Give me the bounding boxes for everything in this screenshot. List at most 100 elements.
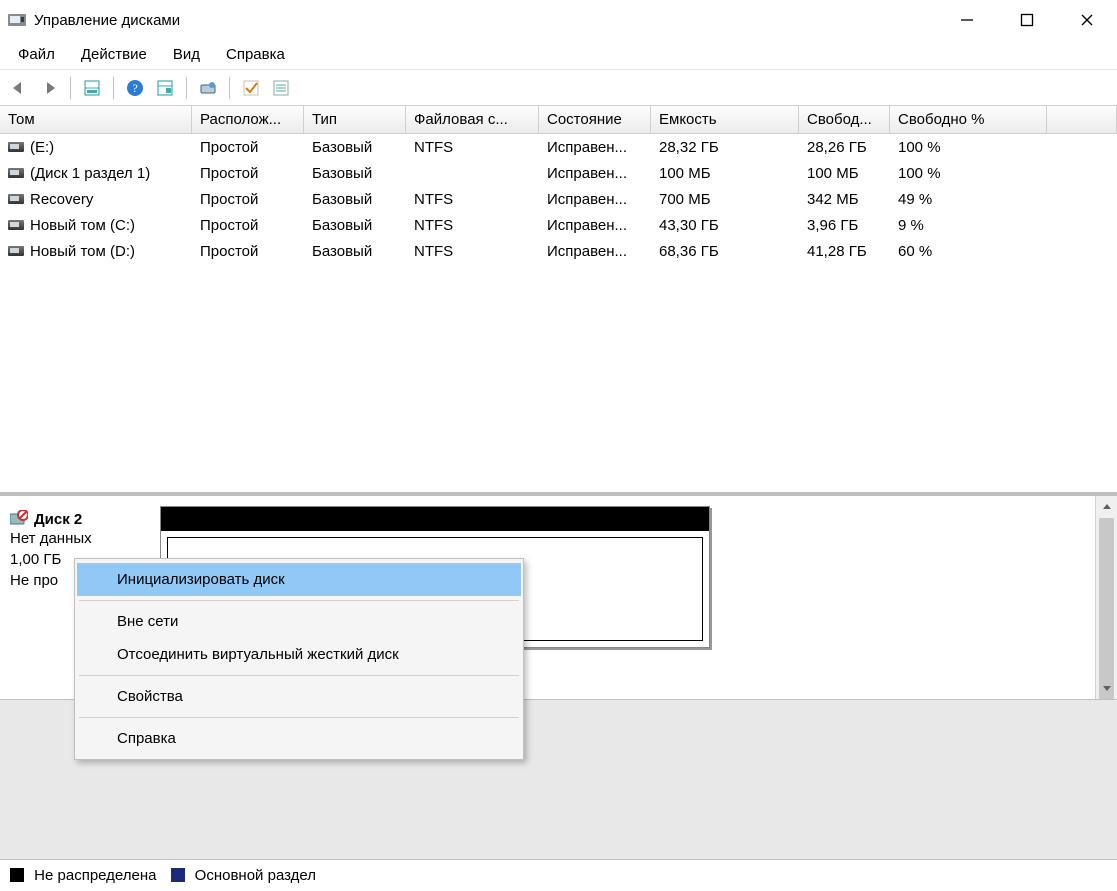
volume-name: Recovery <box>30 191 93 208</box>
disk-name: Диск 2 <box>34 511 82 528</box>
volume-free: 100 МБ <box>799 163 890 184</box>
ctx-initialize-disk[interactable]: Инициализировать диск <box>77 563 521 596</box>
volume-free-pct: 100 % <box>890 163 1047 184</box>
ctx-offline[interactable]: Вне сети <box>77 605 521 638</box>
volume-free-pct: 49 % <box>890 189 1047 210</box>
volume-fs: NTFS <box>406 189 539 210</box>
minimize-button[interactable] <box>937 0 997 40</box>
volume-layout: Простой <box>192 189 304 210</box>
volume-name: (Диск 1 раздел 1) <box>30 165 150 182</box>
volume-status: Исправен... <box>539 163 651 184</box>
col-volume[interactable]: Том <box>0 106 192 133</box>
volume-capacity: 100 МБ <box>651 163 799 184</box>
vertical-scrollbar[interactable] <box>1095 496 1117 699</box>
volume-status: Исправен... <box>539 137 651 158</box>
volume-row[interactable]: Новый том (C:)ПростойБазовыйNTFSИсправен… <box>0 212 1117 238</box>
unallocated-stripe <box>161 507 709 531</box>
volume-layout: Простой <box>192 215 304 236</box>
window-title: Управление дисками <box>34 12 180 29</box>
check-icon[interactable] <box>238 75 264 101</box>
refresh-icon[interactable] <box>195 75 221 101</box>
volume-type: Базовый <box>304 137 406 158</box>
legend-primary: Основной раздел <box>171 867 317 884</box>
ctx-separator <box>79 675 519 676</box>
title-bar: Управление дисками <box>0 0 1117 40</box>
nav-forward-icon[interactable] <box>36 75 62 101</box>
volume-status: Исправен... <box>539 189 651 210</box>
volume-rows: (E:)ПростойБазовыйNTFSИсправен...28,32 Г… <box>0 134 1117 492</box>
toolbar-separator <box>113 77 114 99</box>
scrollbar-thumb[interactable] <box>1099 518 1114 699</box>
toolbar-separator <box>229 77 230 99</box>
nav-back-icon[interactable] <box>6 75 32 101</box>
app-icon <box>8 12 26 28</box>
volume-free-pct: 100 % <box>890 137 1047 158</box>
toolbar-separator <box>70 77 71 99</box>
toolbar-settings-icon[interactable] <box>152 75 178 101</box>
ctx-separator <box>79 717 519 718</box>
volume-icon <box>8 194 24 204</box>
legend-primary-label: Основной раздел <box>195 867 316 884</box>
col-status[interactable]: Состояние <box>539 106 651 133</box>
menu-bar: Файл Действие Вид Справка <box>0 40 1117 70</box>
volume-free: 342 МБ <box>799 189 890 210</box>
col-capacity[interactable]: Емкость <box>651 106 799 133</box>
menu-view[interactable]: Вид <box>161 42 212 67</box>
volume-capacity: 43,30 ГБ <box>651 215 799 236</box>
col-type[interactable]: Тип <box>304 106 406 133</box>
volume-type: Базовый <box>304 189 406 210</box>
ctx-help[interactable]: Справка <box>77 722 521 755</box>
disk-error-icon <box>10 510 28 528</box>
menu-file[interactable]: Файл <box>6 42 67 67</box>
ctx-detach-vhd[interactable]: Отсоединить виртуальный жесткий диск <box>77 638 521 671</box>
maximize-button[interactable] <box>997 0 1057 40</box>
volume-status: Исправен... <box>539 241 651 262</box>
col-fs[interactable]: Файловая с... <box>406 106 539 133</box>
volume-row[interactable]: (Диск 1 раздел 1) ПростойБазовый Исправен.… <box>0 160 1117 186</box>
volume-free: 3,96 ГБ <box>799 215 890 236</box>
volume-free-pct: 60 % <box>890 241 1047 262</box>
ctx-separator <box>79 600 519 601</box>
volume-list-header: Том Располож... Тип Файловая с... Состоя… <box>0 106 1117 134</box>
col-layout[interactable]: Располож... <box>192 106 304 133</box>
volume-free: 28,26 ГБ <box>799 137 890 158</box>
close-button[interactable] <box>1057 0 1117 40</box>
volume-fs <box>406 171 539 175</box>
legend-swatch-black <box>10 868 24 882</box>
volume-layout: Простой <box>192 137 304 158</box>
toolbar: ? <box>0 70 1117 106</box>
help-icon[interactable]: ? <box>122 75 148 101</box>
volume-row[interactable]: Новый том (D:)ПростойБазовыйNTFSИсправен… <box>0 238 1117 264</box>
volume-capacity: 68,36 ГБ <box>651 241 799 262</box>
volume-type: Базовый <box>304 215 406 236</box>
volume-status: Исправен... <box>539 215 651 236</box>
svg-text:?: ? <box>132 81 137 95</box>
volume-icon <box>8 168 24 178</box>
volume-type: Базовый <box>304 241 406 262</box>
menu-help[interactable]: Справка <box>214 42 297 67</box>
volume-fs: NTFS <box>406 137 539 158</box>
volume-row[interactable]: (E:) ПростойБазовыйNTFSИсправен...28,32 Г… <box>0 134 1117 160</box>
volume-name: (E:) <box>30 139 54 156</box>
col-free[interactable]: Свобод... <box>799 106 890 133</box>
scroll-up-icon[interactable] <box>1096 496 1117 518</box>
volume-layout: Простой <box>192 163 304 184</box>
menu-action[interactable]: Действие <box>69 42 159 67</box>
volume-icon <box>8 246 24 256</box>
context-menu: Инициализировать диск Вне сети Отсоедини… <box>74 558 524 760</box>
scroll-down-icon[interactable] <box>1096 677 1117 699</box>
volume-type: Базовый <box>304 163 406 184</box>
list-icon[interactable] <box>268 75 294 101</box>
volume-name: Новый том (C:) <box>30 217 135 234</box>
legend-bar: Не распределена Основной раздел <box>0 859 1117 891</box>
toolbar-top-bottom-icon[interactable] <box>79 75 105 101</box>
disk-status-line: Нет данных <box>10 528 148 549</box>
toolbar-separator <box>186 77 187 99</box>
ctx-properties[interactable]: Свойства <box>77 680 521 713</box>
legend-swatch-blue <box>171 868 185 882</box>
col-free-pct[interactable]: Свободно % <box>890 106 1047 133</box>
volume-capacity: 700 МБ <box>651 189 799 210</box>
volume-free-pct: 9 % <box>890 215 1047 236</box>
volume-row[interactable]: Recovery ПростойБазовыйNTFSИсправен...700… <box>0 186 1117 212</box>
volume-capacity: 28,32 ГБ <box>651 137 799 158</box>
